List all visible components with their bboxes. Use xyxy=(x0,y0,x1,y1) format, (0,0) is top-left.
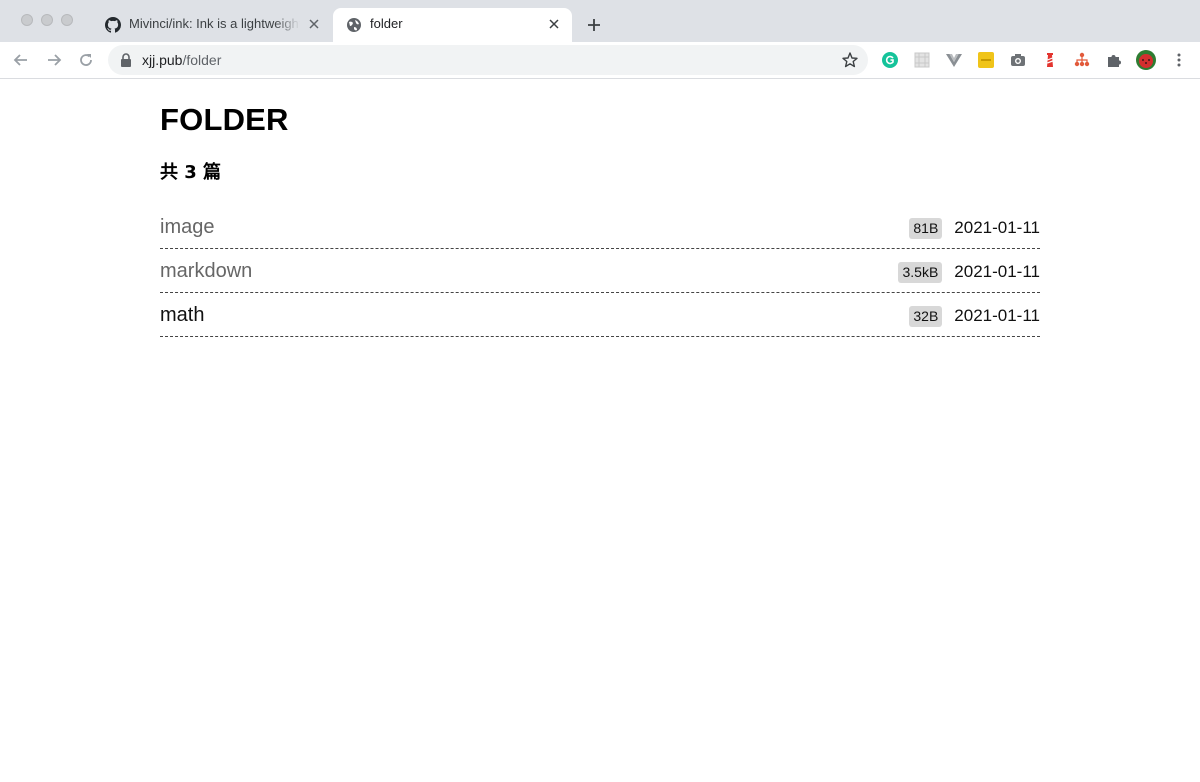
window-close-button[interactable] xyxy=(21,14,33,26)
size-badge: 81B xyxy=(909,217,943,239)
lock-icon[interactable] xyxy=(120,53,132,67)
url-host: xjj.pub xyxy=(142,52,183,68)
post-count: 共 3 篇 xyxy=(160,162,222,183)
item-link-image[interactable]: image xyxy=(160,215,214,239)
item-meta: 32B 2021-01-11 xyxy=(909,305,1040,327)
item-date: 2021-01-11 xyxy=(954,262,1040,281)
close-icon[interactable] xyxy=(546,16,562,32)
item-meta: 81B 2021-01-11 xyxy=(909,217,1040,239)
tab-folder[interactable]: folder xyxy=(333,8,572,42)
item-date: 2021-01-11 xyxy=(954,218,1040,237)
org-chart-extension-icon[interactable] xyxy=(1073,51,1091,69)
list-item: markdown 3.5kB 2021-01-11 xyxy=(160,249,1040,293)
item-link-math[interactable]: math xyxy=(160,303,204,327)
github-icon xyxy=(105,17,121,33)
window-maximize-button[interactable] xyxy=(61,14,73,26)
tab-strip: Mivinci/ink: Ink is a lightweight folder xyxy=(0,0,1200,42)
more-menu-icon[interactable] xyxy=(1170,51,1188,69)
item-meta: 3.5kB 2021-01-11 xyxy=(898,261,1040,283)
page-title: FOLDER xyxy=(160,102,289,137)
item-link-markdown[interactable]: markdown xyxy=(160,259,252,283)
url-text: xjj.pub/folder xyxy=(142,52,221,68)
window-minimize-button[interactable] xyxy=(41,14,53,26)
back-arrow-icon[interactable] xyxy=(12,51,30,69)
globe-icon xyxy=(347,18,361,32)
list-item: image 81B 2021-01-11 xyxy=(160,205,1040,249)
new-tab-icon[interactable] xyxy=(585,16,603,34)
close-icon[interactable] xyxy=(306,16,322,32)
folder-list: image 81B 2021-01-11 markdown 3.5kB 2021… xyxy=(160,205,1040,337)
bookmark-star-icon[interactable] xyxy=(841,51,859,69)
reload-icon[interactable] xyxy=(77,51,95,69)
item-date: 2021-01-11 xyxy=(954,306,1040,325)
list-item: math 32B 2021-01-11 xyxy=(160,293,1040,337)
grid-extension-icon[interactable] xyxy=(913,51,931,69)
size-badge: 32B xyxy=(909,305,943,327)
json-extension-icon[interactable] xyxy=(977,51,995,69)
address-bar[interactable]: xjj.pub/folder xyxy=(108,45,868,75)
grammarly-extension-icon[interactable] xyxy=(881,51,899,69)
url-path: /folder xyxy=(182,52,222,68)
extensions-puzzle-icon[interactable] xyxy=(1105,51,1123,69)
size-badge: 3.5kB xyxy=(898,261,943,283)
lighthouse-icon[interactable] xyxy=(1041,51,1059,69)
forward-arrow-icon[interactable] xyxy=(45,51,63,69)
camera-icon[interactable] xyxy=(1009,51,1027,69)
browser-toolbar: xjj.pub/folder xyxy=(0,42,1200,79)
profile-avatar[interactable] xyxy=(1135,50,1157,70)
vue-devtools-icon[interactable] xyxy=(945,51,963,69)
tab-title: Mivinci/ink: Ink is a lightweight xyxy=(129,16,300,31)
tab-github[interactable]: Mivinci/ink: Ink is a lightweight xyxy=(92,8,332,42)
tab-title: folder xyxy=(370,16,403,31)
